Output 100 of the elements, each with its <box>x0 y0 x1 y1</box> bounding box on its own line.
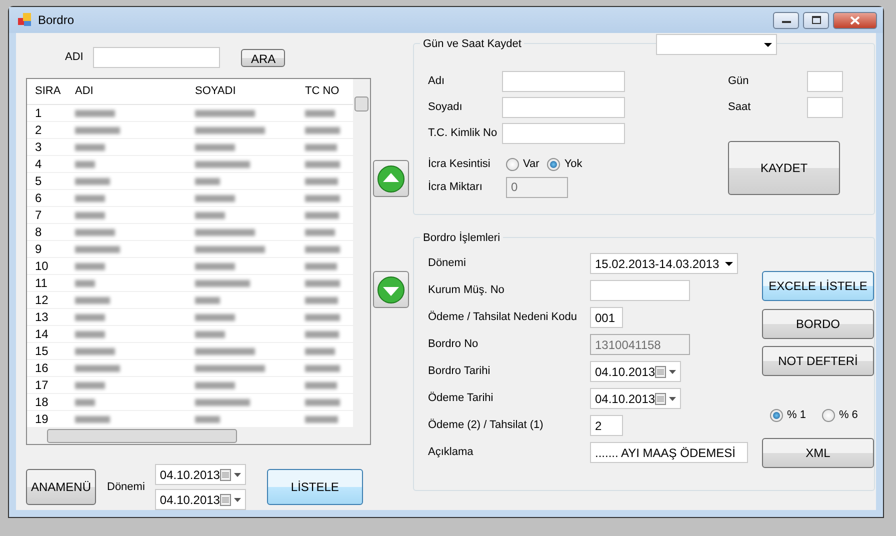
xml-button[interactable]: XML <box>762 438 874 468</box>
field-label: Bordro No <box>428 337 480 352</box>
blurred-text <box>305 365 340 372</box>
search-field[interactable] <box>93 47 220 68</box>
blurred-text <box>75 195 105 202</box>
text-field[interactable]: 1310041158 <box>590 334 690 355</box>
field-label: Ödeme / Tahsilat Nedeni Kodu <box>428 310 578 326</box>
search-button[interactable]: ARA <box>241 48 286 66</box>
text-field[interactable] <box>502 122 625 144</box>
blurred-text <box>195 144 235 151</box>
blurred-text <box>75 280 95 287</box>
blurred-text <box>75 348 115 355</box>
text-field[interactable] <box>502 96 625 118</box>
blurred-text <box>305 331 339 338</box>
blurred-text <box>195 246 265 253</box>
table-cell-text: 14 <box>34 326 50 343</box>
blurred-text <box>305 229 335 236</box>
dropdown-field[interactable]: 15.02.2013-14.03.2013 <box>590 253 738 274</box>
blurred-text <box>195 127 265 134</box>
radio-option[interactable]: % 6 <box>822 407 858 424</box>
move-down-button[interactable] <box>373 271 409 308</box>
column-header[interactable]: ADI <box>69 83 189 100</box>
close-icon <box>850 16 860 24</box>
text-field[interactable]: 001 <box>590 307 623 328</box>
date-picker[interactable]: 04.10.2013 <box>590 388 681 409</box>
table-cell-text: 8 <box>34 224 43 241</box>
column-header[interactable]: SIRA <box>27 83 69 100</box>
blurred-text <box>305 314 340 321</box>
blurred-text <box>75 416 110 423</box>
blurred-text <box>305 348 335 355</box>
short-field[interactable] <box>807 70 843 92</box>
blurred-text <box>305 178 338 185</box>
table-cell-text: 17 <box>34 377 50 394</box>
maximize-button[interactable] <box>803 12 829 28</box>
blurred-text <box>75 365 120 372</box>
text-field[interactable]: ....... AYI MAAŞ ÖDEMESİ <box>590 442 748 463</box>
blurred-text <box>305 246 340 253</box>
list-button[interactable]: LİSTELE <box>266 469 363 505</box>
field-label: Kurum Müş. No <box>428 283 506 298</box>
field-label: Ödeme (2) / Tahsilat (1) <box>428 418 544 434</box>
blurred-text <box>75 229 115 236</box>
vertical-scrollbar[interactable] <box>353 79 370 427</box>
column-header[interactable]: SOYADI <box>189 83 299 100</box>
field-label: Açıklama <box>428 445 474 460</box>
action-button[interactable]: BORDO <box>762 309 874 339</box>
blurred-text <box>305 110 335 117</box>
radio-button[interactable] <box>822 408 835 422</box>
dropdown-field[interactable] <box>656 34 777 55</box>
date-picker[interactable]: 04.10.2013 <box>590 361 681 382</box>
table-cell-text: 11 <box>34 275 48 292</box>
action-button[interactable]: EXCELE LİSTELE <box>762 271 874 301</box>
group-title: Bordro İşlemleri <box>420 230 504 246</box>
field-label: Soyadı <box>428 100 464 115</box>
save-button[interactable]: KAYDET <box>728 141 840 195</box>
main-menu-button[interactable]: ANAMENÜ <box>26 469 96 505</box>
blurred-text <box>305 144 337 151</box>
field-label: Ödeme Tarihi <box>428 390 494 406</box>
blurred-text <box>195 161 250 168</box>
radio-option[interactable]: Var <box>506 156 540 172</box>
radio-button[interactable] <box>547 158 560 171</box>
table-cell-text: 5 <box>34 173 43 190</box>
date-value: 04.10.2013 <box>595 364 656 380</box>
horizontal-scrollbar[interactable] <box>27 427 370 444</box>
blurred-text <box>305 399 340 406</box>
table-cell-text: 6 <box>34 190 43 207</box>
close-button[interactable] <box>833 12 877 28</box>
text-field[interactable]: 2 <box>590 415 623 436</box>
radio-button[interactable] <box>770 408 783 422</box>
blurred-text <box>195 348 255 355</box>
blurred-text <box>75 212 105 219</box>
scroll-thumb-icon <box>47 428 237 442</box>
action-button[interactable]: NOT DEFTERİ <box>762 346 874 376</box>
minimize-button[interactable] <box>773 12 799 28</box>
field-label: Bordro Tarihi <box>428 364 492 380</box>
blurred-text <box>305 416 338 423</box>
radio-option[interactable]: Yok <box>547 156 582 172</box>
calendar-icon <box>220 494 242 506</box>
field-label: Adı <box>428 74 446 89</box>
date-picker[interactable]: 04.10.2013 <box>154 489 246 510</box>
date-picker[interactable]: 04.10.2013 <box>154 464 246 485</box>
column-header[interactable]: TC NO <box>299 83 349 100</box>
radio-option[interactable]: % 1 <box>770 407 806 424</box>
window-title: Bordro <box>38 12 74 29</box>
blurred-text <box>195 110 255 117</box>
short-field[interactable] <box>807 96 843 118</box>
date-value: 04.10.2013 <box>160 492 220 508</box>
text-field[interactable] <box>590 280 690 301</box>
blurred-text <box>195 416 220 423</box>
blurred-text <box>195 263 235 270</box>
calendar-icon <box>655 366 678 378</box>
table-cell-text: 2 <box>34 122 43 139</box>
app-icon <box>18 13 32 27</box>
blurred-text <box>195 195 235 202</box>
blurred-text <box>195 331 225 338</box>
table-cell-text: 9 <box>34 241 43 258</box>
blurred-text <box>305 195 340 202</box>
radio-button[interactable] <box>506 158 519 171</box>
table-cell-text: 16 <box>34 360 50 377</box>
text-field[interactable] <box>502 70 625 92</box>
move-up-button[interactable] <box>373 160 409 197</box>
